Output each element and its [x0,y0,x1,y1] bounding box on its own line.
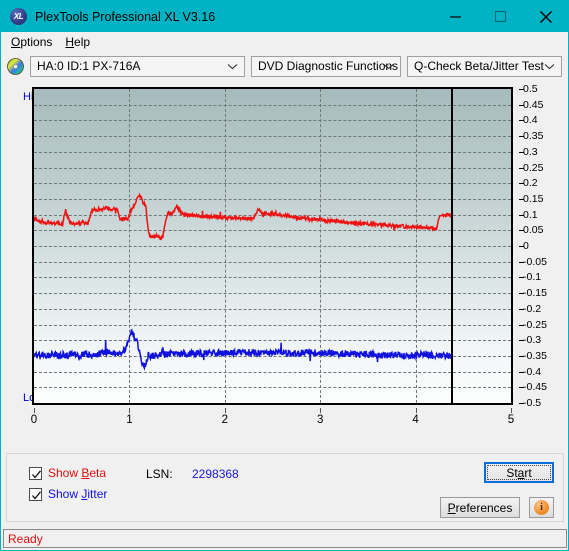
y-tick-label: -0.1 [523,271,542,284]
chevron-down-icon [544,59,555,73]
menu-help-accel: H [65,35,75,49]
preferences-label: Preferences [448,501,513,515]
trace-jitter [34,328,452,371]
test-select[interactable]: Q-Check Beta/Jitter Test [407,55,562,77]
menu-item-help[interactable]: Help [60,33,98,51]
window-controls [433,1,568,32]
x-axis-ticks: 0 1 2 3 4 5 [23,408,554,428]
y-tick-label: -0.35 [523,349,547,362]
show-beta-post: eta [89,466,107,480]
x-tick-label: 1 [126,414,133,426]
y-axis-ticks: 0.5 0.45 0.4 0.35 0.3 0.25 0.2 0.15 0.1 0.05 0 -0.0… [519,83,559,409]
x-tick-label: 2 [221,414,228,426]
show-jitter-pre: Show [48,487,82,501]
y-tick-label: 0.45 [523,98,544,111]
function-select[interactable]: DVD Diagnostic Functions [251,55,401,77]
window-title: PlexTools Professional XL V3.16 [35,9,216,24]
trace-beta [34,192,452,241]
x-tick-mark [511,408,512,413]
y-tick-label: -0.05 [523,255,547,268]
show-jitter-post: itter [87,487,108,501]
y-tick-label: 0 [523,240,529,252]
chevron-down-icon [227,59,238,73]
app-window: XL PlexTools Professional XL V3.16 Optio… [0,0,569,551]
function-select-value: DVD Diagnostic Functions [258,59,399,73]
menu-help-rest: elp [74,35,91,49]
drive-select[interactable]: HA:0 ID:1 PX-716A [30,55,245,77]
y-tick-label: -0.2 [523,302,542,315]
x-tick-mark [129,408,131,413]
y-tick-label: 0.15 [523,192,544,205]
y-tick-label: 0.4 [523,114,538,127]
test-select-value: Q-Check Beta/Jitter Test [414,59,544,73]
start-focus-ring [487,465,551,480]
x-tick-mark [415,408,417,413]
y-tick-label: -0.15 [523,287,547,300]
y-tick-label: 0.5 [523,83,538,95]
data-end-marker-line [450,89,453,403]
lsn-value: 2298368 [192,467,239,481]
menu-bar: Options Help [1,32,568,52]
show-beta-row[interactable]: Show Beta [29,466,106,480]
y-tick-label: 0.2 [523,177,538,190]
show-jitter-row[interactable]: Show Jitter [29,487,107,501]
show-beta-checkbox[interactable] [29,466,42,480]
info-icon: i [534,500,549,515]
maximize-icon[interactable] [478,1,523,32]
menu-item-options[interactable]: Options [6,33,60,51]
x-tick-label: 3 [316,414,324,426]
control-panel: Show Beta Show Jitter LSN: 2298368 Start… [6,453,564,522]
show-jitter-checkbox[interactable] [29,487,42,501]
show-jitter-label: Show Jitter [48,487,107,501]
optical-disc-icon [7,57,24,75]
minimize-icon[interactable] [433,1,478,32]
menu-options-accel: O [11,35,21,49]
y-tick-label: 0.25 [523,161,544,174]
close-icon[interactable] [523,1,568,32]
status-text: Ready [8,531,43,546]
app-xl-icon: XL [10,8,27,25]
y-tick-label: -0.4 [523,365,542,378]
menu-options-rest: ptions [20,35,53,49]
x-tick-mark [320,408,322,413]
y-tick-label: -0.25 [523,318,547,331]
y-tick-label: -0.45 [523,381,547,394]
status-bar: Ready [3,529,567,548]
preferences-accel: P [447,500,456,515]
chart-outer: High Low 0.50.450.40.350.30.250.20.150.1… [23,83,554,426]
y-tick-label: -0.3 [523,334,542,347]
drive-select-value: HA:0 ID:1 PX-716A [37,59,141,73]
toolbar: HA:0 ID:1 PX-716A DVD Diagnostic Functio… [1,52,568,80]
y-tick-label: 0.1 [523,208,538,221]
chart-area: High Low 0.50.450.40.350.30.250.20.150.1… [5,82,564,427]
chevron-down-icon [383,59,394,73]
x-tick-label: 0 [30,414,38,426]
chart-traces [34,192,452,371]
x-tick-mark [224,408,226,413]
show-beta-pre: Show [48,466,82,480]
x-tick-mark [34,408,35,413]
title-bar: XL PlexTools Professional XL V3.16 [1,1,568,32]
preferences-button[interactable]: Preferences [440,497,520,518]
info-button[interactable]: i [529,497,554,518]
start-button[interactable]: Start [484,462,554,483]
y-tick-label: 0.3 [523,145,538,158]
y-tick-label: 0.05 [523,224,544,237]
preferences-post: references [455,500,513,515]
x-tick-label: 4 [412,414,419,426]
show-beta-label: Show Beta [48,466,106,480]
lsn-label: LSN: [146,467,173,481]
y-tick-label: 0.35 [523,130,544,143]
plot-area [32,87,513,405]
x-tick-label: 5 [507,414,515,426]
